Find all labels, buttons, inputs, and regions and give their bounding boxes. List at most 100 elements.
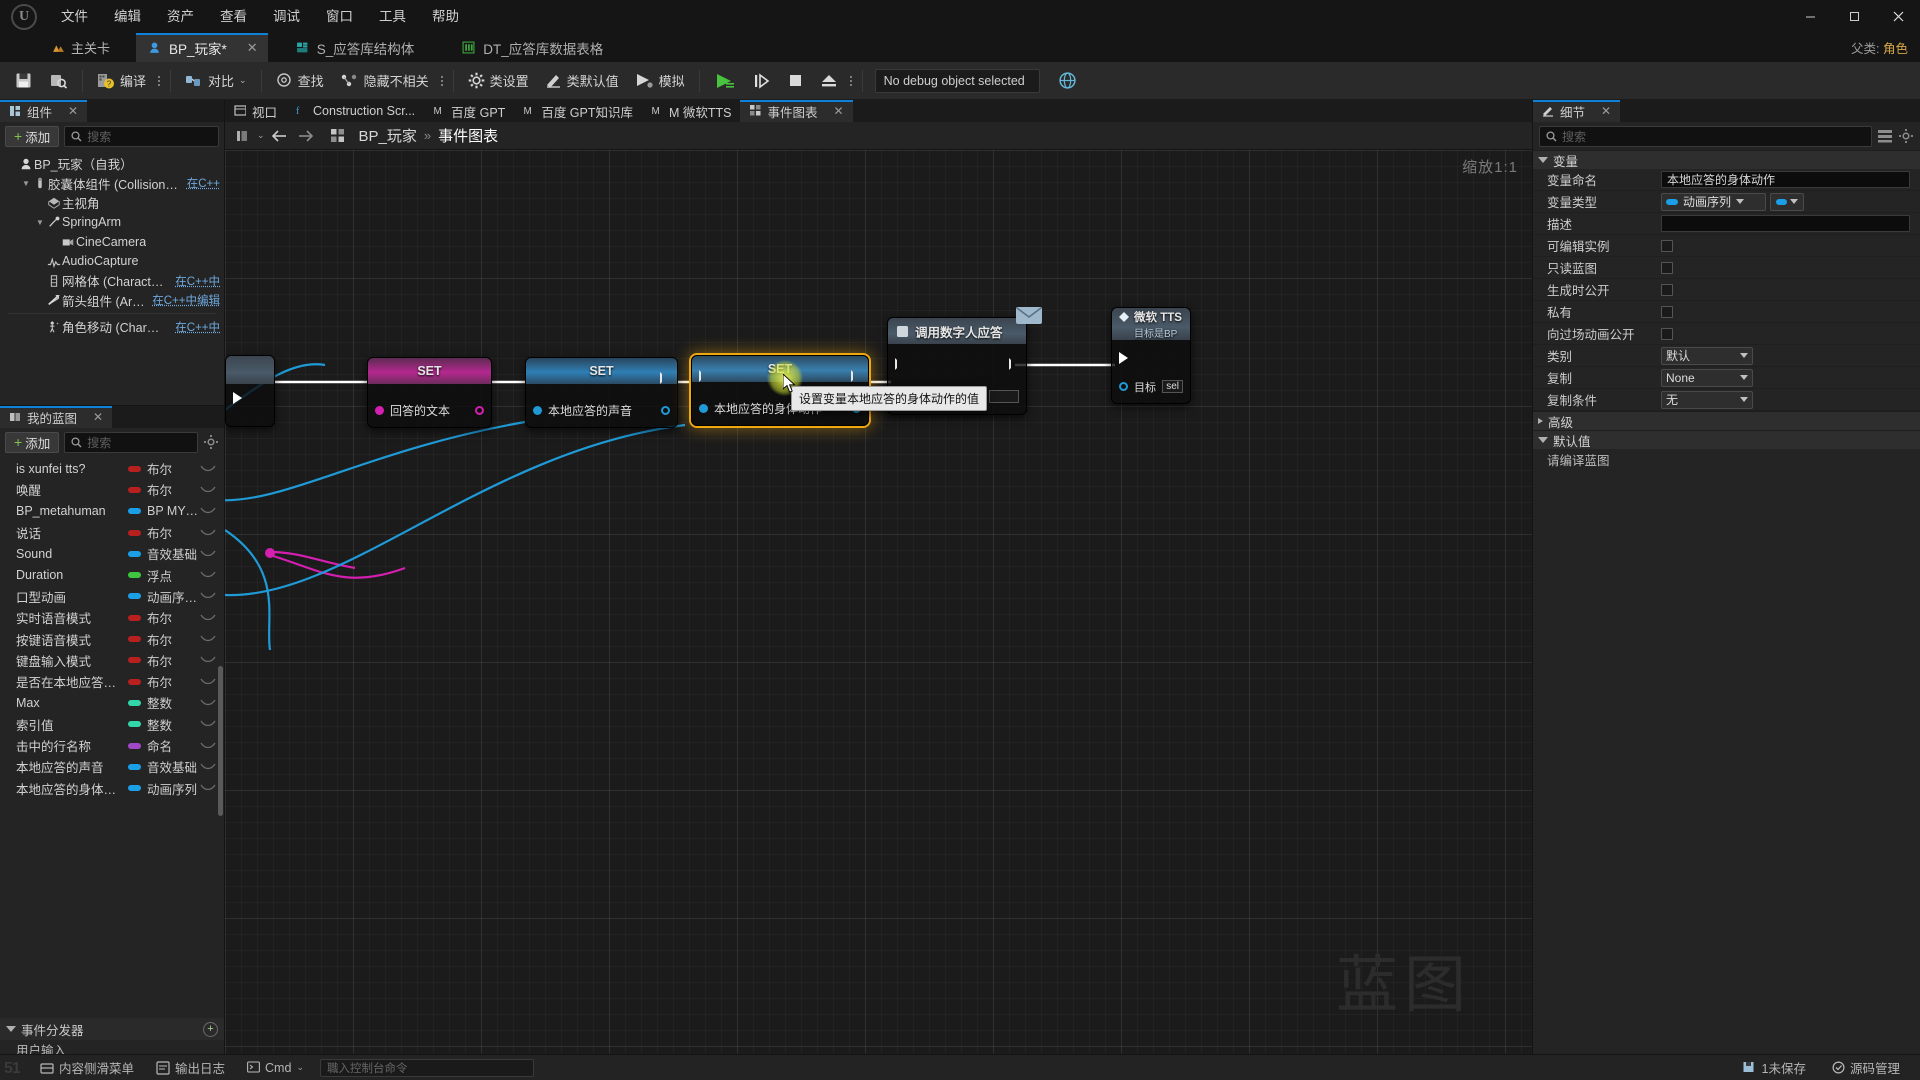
node-target-value[interactable]: sel <box>1162 380 1183 393</box>
variable-row[interactable]: Sound 音效基础 <box>0 543 224 564</box>
details-search-input[interactable]: 搜索 <box>1539 125 1872 147</box>
find-button[interactable]: 查找 <box>268 66 332 96</box>
tab-components[interactable]: 组件 ✕ <box>0 100 88 122</box>
output-log-button[interactable]: 输出日志 <box>150 1058 231 1078</box>
tab-close-icon[interactable]: ✕ <box>68 104 78 118</box>
class-settings-button[interactable]: 类设置 <box>460 66 537 96</box>
component-tree-item[interactable]: CineCamera <box>0 232 224 252</box>
class-defaults-button[interactable]: 类默认值 <box>537 66 627 96</box>
visibility-eye-icon[interactable] <box>200 589 218 603</box>
step-button[interactable] <box>744 66 779 96</box>
menu-item-5[interactable]: 窗口 <box>313 0 366 33</box>
visibility-eye-icon[interactable] <box>200 675 218 689</box>
property-text-input[interactable] <box>1661 215 1910 232</box>
property-checkbox[interactable] <box>1661 261 1673 274</box>
cpp-edit-link[interactable]: 在C++ <box>187 175 220 191</box>
save-button[interactable] <box>6 66 41 96</box>
variable-row[interactable]: 本地应答的声音 音效基础 <box>0 756 224 777</box>
menu-item-0[interactable]: 文件 <box>48 0 101 33</box>
variable-row[interactable]: 口型动画 动画序列基 <box>0 586 224 607</box>
add-dispatcher-icon[interactable]: + <box>203 1021 218 1037</box>
variable-row[interactable]: 实时语音模式 布尔 <box>0 607 224 628</box>
chevron-down-icon[interactable]: ▼ <box>34 218 46 227</box>
simulate-button[interactable]: 模拟 <box>627 66 693 96</box>
browse-button[interactable] <box>41 66 76 96</box>
visibility-eye-icon[interactable] <box>200 504 218 518</box>
visibility-eye-icon[interactable] <box>200 781 218 795</box>
component-tree-item[interactable]: 箭头组件 (Arrow) 在C++中编辑 <box>0 291 224 311</box>
visibility-eye-icon[interactable] <box>200 717 218 731</box>
component-tree-item[interactable]: ▼ SpringArm <box>0 213 224 233</box>
cpp-edit-link[interactable]: 在C++中 <box>175 273 220 289</box>
component-tree-item[interactable]: AudioCapture <box>0 252 224 272</box>
event-graph-canvas[interactable]: 缩放1:1 蓝图 SET 回答的文本 SET 本地应答的声音 本地应答的身体动作… <box>225 150 1532 1054</box>
components-search-input[interactable]: 搜索 <box>64 125 219 147</box>
node-comment-envelope-icon[interactable] <box>1015 306 1043 326</box>
variable-row[interactable]: is xunfei tts? 布尔 <box>0 458 224 479</box>
menu-item-2[interactable]: 资产 <box>154 0 207 33</box>
property-combo[interactable]: None <box>1661 368 1753 387</box>
play-button[interactable] <box>706 66 744 96</box>
visibility-eye-icon[interactable] <box>200 547 218 561</box>
graph-options-icon[interactable] <box>231 125 253 147</box>
level-tab[interactable]: 主关卡 <box>0 33 124 62</box>
variable-row[interactable]: 击中的行名称 命名 <box>0 735 224 756</box>
node-target-field[interactable] <box>989 390 1019 403</box>
stop-button[interactable] <box>779 66 812 96</box>
hide-options-icon[interactable] <box>437 66 447 96</box>
visibility-eye-icon[interactable] <box>200 611 218 625</box>
details-category[interactable]: 高级 <box>1533 411 1920 430</box>
visibility-eye-icon[interactable] <box>200 760 218 774</box>
variable-row[interactable]: 键盘输入模式 布尔 <box>0 650 224 671</box>
document-tab-2[interactable]: M 百度 GPT <box>424 100 515 122</box>
chevron-down-icon[interactable]: ▼ <box>20 179 32 188</box>
details-list-view-icon[interactable] <box>1877 128 1893 144</box>
visibility-eye-icon[interactable] <box>200 462 218 476</box>
document-tab-4[interactable]: M M 微软TTS <box>641 100 741 122</box>
compile-button[interactable]: ? 编译 <box>89 66 154 96</box>
unsaved-indicator[interactable]: 1未保存 <box>1737 1058 1812 1078</box>
property-combo[interactable]: 无 <box>1661 390 1753 409</box>
tab-close-icon[interactable]: ✕ <box>834 104 844 118</box>
property-text-input[interactable]: 本地应答的身体动作 <box>1661 171 1910 188</box>
eject-button[interactable] <box>812 66 846 96</box>
variable-row[interactable]: 按键语音模式 布尔 <box>0 628 224 649</box>
pin-dot[interactable] <box>533 406 542 415</box>
pin-dot-out[interactable] <box>661 406 670 415</box>
menu-item-1[interactable]: 编辑 <box>101 0 154 33</box>
container-type-selector[interactable] <box>1770 192 1804 211</box>
component-tree-item[interactable]: 角色移动 (CharMoveComp) 在C++中 <box>0 317 224 337</box>
tab-close-icon[interactable]: ✕ <box>1601 104 1611 118</box>
tab-struct[interactable]: S_应答库结构体 <box>284 33 425 62</box>
variables-scrollbar[interactable] <box>218 666 223 816</box>
maximize-button[interactable] <box>1832 0 1876 33</box>
details-settings-icon[interactable] <box>1898 128 1914 144</box>
menu-item-7[interactable]: 帮助 <box>419 0 472 33</box>
visibility-eye-icon[interactable] <box>200 483 218 497</box>
document-tab-1[interactable]: f Construction Scr... <box>286 100 425 122</box>
property-type-selector[interactable]: 动画序列 <box>1661 192 1804 211</box>
cmd-selector[interactable]: Cmd ⌄ <box>241 1058 310 1078</box>
document-tab-0[interactable]: 视口 <box>225 100 287 122</box>
variable-row[interactable]: Duration 浮点 <box>0 564 224 585</box>
graph-node-microsoft-tts[interactable]: 微软 TTS 目标是BP 目标 sel <box>1111 307 1191 404</box>
component-tree-item[interactable]: ▼ 胶囊体组件 (CollisionCylinder) 在C++ <box>0 174 224 194</box>
gear-icon[interactable] <box>203 434 219 450</box>
variable-row[interactable]: BP_metahuman BP MY Se <box>0 501 224 522</box>
document-tab-3[interactable]: M 百度 GPT知识库 <box>514 100 642 122</box>
add-variable-button[interactable]: + 添加 <box>5 431 60 453</box>
tab-datatable[interactable]: DT_应答库数据表格 <box>450 33 613 62</box>
variable-row[interactable]: 是否在本地应答库中 布尔 <box>0 671 224 692</box>
graph-node-partial[interactable] <box>225 355 275 427</box>
component-tree-item[interactable]: 主视角 <box>0 193 224 213</box>
details-category[interactable]: 变量 <box>1533 150 1920 169</box>
event-dispatcher-section[interactable]: 事件分发器 + <box>0 1018 224 1040</box>
dispatcher-item[interactable]: 用户输入 <box>0 1040 224 1054</box>
pin-dot[interactable] <box>699 404 708 413</box>
menu-item-6[interactable]: 工具 <box>366 0 419 33</box>
platforms-button[interactable] <box>1050 66 1085 96</box>
visibility-eye-icon[interactable] <box>200 696 218 710</box>
tab-close-icon[interactable]: ✕ <box>247 40 258 56</box>
source-control-button[interactable]: 源码管理 <box>1826 1058 1906 1078</box>
hide-unrelated-button[interactable]: 隐藏不相关 <box>332 66 437 96</box>
